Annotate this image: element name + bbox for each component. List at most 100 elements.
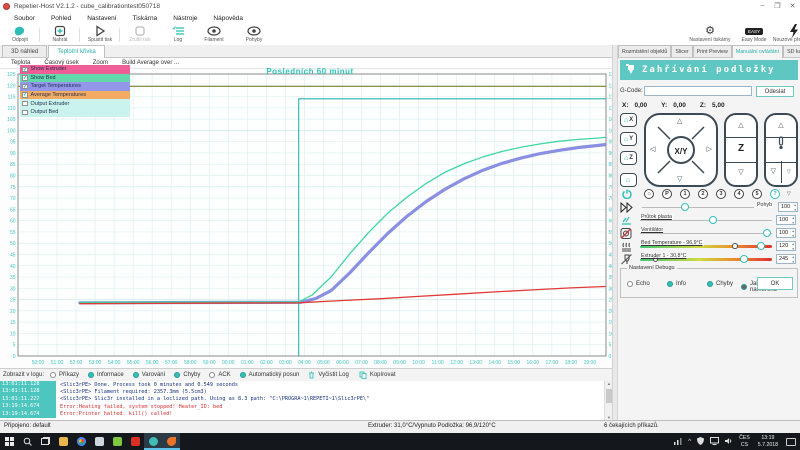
spinner-arrows-icon[interactable]: ▴▾ xyxy=(792,229,794,238)
legend-item[interactable]: ✓Show Extruder xyxy=(20,65,130,74)
network-icon[interactable] xyxy=(674,437,682,447)
legend-checkbox[interactable] xyxy=(22,101,28,107)
power-button[interactable] xyxy=(622,189,632,199)
home-z-button[interactable]: ⌂Z xyxy=(620,151,637,165)
legend-item[interactable]: ✓Average Temperatures xyxy=(20,91,130,100)
z-jog-pad[interactable]: △ Z ▽ xyxy=(724,113,758,187)
slider-handle[interactable] xyxy=(757,242,765,250)
slider-value[interactable]: 100▴▾ xyxy=(776,215,796,225)
spinner-arrows-icon[interactable]: ▴▾ xyxy=(792,216,794,225)
slider-value[interactable]: 120▴▾ xyxy=(776,241,796,251)
log-scrollbar[interactable]: ▲ ▼ xyxy=(604,381,612,420)
toolbar-filament-button[interactable]: Filament xyxy=(196,25,232,45)
tab-teplotní-křivka[interactable]: Teplotní křivka xyxy=(48,45,104,58)
toolbar-nahrát-button[interactable]: Nahrát xyxy=(42,25,78,45)
log-filter-informace[interactable]: Informace xyxy=(88,372,124,378)
debug-chyby[interactable]: Chyby xyxy=(707,281,733,287)
send-gcode-button[interactable]: Odeslat xyxy=(756,86,794,97)
preset-button-3[interactable]: 3 xyxy=(716,189,726,199)
legend-item[interactable]: Output Extruder xyxy=(20,99,130,108)
preset-button-2[interactable]: 2 xyxy=(698,189,708,199)
log-filter-příkazy[interactable]: Příkazy xyxy=(50,372,79,378)
gcode-input[interactable] xyxy=(644,86,752,96)
jog-y-minus-icon[interactable]: ▽ xyxy=(677,175,682,183)
maximize-button[interactable]: ❐ xyxy=(770,2,785,10)
copy-log-button[interactable]: Kopírovat xyxy=(359,371,396,379)
slider-handle[interactable] xyxy=(709,216,717,224)
jog-x-plus-icon[interactable]: ▷ xyxy=(707,145,712,153)
speed-value[interactable]: 100▴▾ xyxy=(778,202,798,212)
menu-pohled[interactable]: Pohled xyxy=(43,15,79,22)
debug-echo[interactable]: Echo xyxy=(627,281,650,287)
jog-x-minus-icon[interactable]: ◁ xyxy=(650,145,655,153)
clock[interactable]: 13:195.7.2018 xyxy=(758,435,778,448)
legend-item[interactable]: ✓Show Bed xyxy=(20,74,130,83)
debug-info[interactable]: Info xyxy=(667,281,686,287)
menu-tiskárna[interactable]: Tiskárna xyxy=(125,15,166,22)
slider-track[interactable] xyxy=(640,220,772,221)
z-down-icon[interactable]: ▽ xyxy=(726,162,756,184)
tray-expand-icon[interactable]: ^ xyxy=(688,438,691,445)
toolbar-spustit-tisk-button[interactable]: Spustit tisk xyxy=(82,25,118,45)
taskbar-item-chrome[interactable] xyxy=(72,433,90,450)
log-filter-varování[interactable]: Varování xyxy=(133,372,166,378)
log-filter-ack[interactable]: ACK xyxy=(209,372,230,378)
tab-slicer[interactable]: Slicer xyxy=(671,45,692,57)
menu-nastavení[interactable]: Nastavení xyxy=(79,15,124,22)
menu-soubor[interactable]: Soubor xyxy=(6,15,43,22)
language-indicator[interactable]: ČESCS xyxy=(739,435,750,448)
toolbar-log-button[interactable]: Log xyxy=(160,25,196,45)
spinner-arrows-icon[interactable]: ▴▾ xyxy=(792,255,794,264)
menu-nápověda[interactable]: Nápověda xyxy=(205,15,251,22)
taskbar-item-notepad[interactable] xyxy=(108,433,126,450)
preset-button-help[interactable]: ? xyxy=(770,189,780,199)
z-up-icon[interactable]: △ xyxy=(726,115,756,136)
retract-icon[interactable]: △ xyxy=(766,115,796,136)
minimize-button[interactable]: – xyxy=(755,2,770,10)
jog-y-plus-icon[interactable]: △ xyxy=(677,117,682,125)
home-x-button[interactable]: ⌂X xyxy=(620,113,637,127)
tab-rozmístění-objektů[interactable]: Rozmístění objektů xyxy=(618,45,671,57)
legend-checkbox[interactable]: ✓ xyxy=(22,75,28,81)
log-filter-chyby[interactable]: Chyby xyxy=(174,372,200,378)
extrude-fast-icon[interactable]: ▽▽ xyxy=(782,161,797,183)
taskbar-item-explorer[interactable] xyxy=(54,433,72,450)
slider-label[interactable]: Průtok plasta xyxy=(640,214,673,220)
speaker-icon[interactable] xyxy=(725,437,733,447)
preset-button-5[interactable]: 5 xyxy=(752,189,762,199)
legend-checkbox[interactable]: ✓ xyxy=(22,67,28,73)
preset-button-motor[interactable]: ⌂ xyxy=(644,189,654,199)
taskbar-item-pdf[interactable] xyxy=(126,433,144,450)
legend-item[interactable]: Output Bed xyxy=(20,108,130,117)
slider-handle[interactable] xyxy=(740,255,748,263)
debug-ok-button[interactable]: OK xyxy=(757,277,793,290)
task-view-button[interactable] xyxy=(36,433,54,450)
legend-checkbox[interactable]: ✓ xyxy=(22,92,28,98)
slider-label[interactable]: Bed Temperature - 96,9°C xyxy=(640,240,704,246)
taskbar-item-calculator[interactable] xyxy=(90,433,108,450)
slider-value[interactable]: 245▴▾ xyxy=(776,254,796,264)
clear-log-button[interactable]: Vyčistit Log xyxy=(308,371,348,379)
notification-center-icon[interactable] xyxy=(786,438,796,446)
toolbar-gear-button[interactable]: ⚙Nastavení tiskárny xyxy=(688,25,732,45)
display-icon[interactable] xyxy=(710,437,719,447)
xy-jog-pad[interactable]: △ ▽ ◁ ▷ X/Y xyxy=(644,113,718,187)
slider-track[interactable] xyxy=(640,233,772,234)
preset-button-4[interactable]: 4 xyxy=(734,189,744,199)
home-y-button[interactable]: ⌂Y xyxy=(620,132,637,146)
menu-nástroje[interactable]: Nástroje xyxy=(165,15,205,22)
speed-slider[interactable] xyxy=(642,207,754,208)
log-filter-automatický-posun[interactable]: Automatický posun xyxy=(240,372,300,378)
legend-checkbox[interactable] xyxy=(22,110,28,116)
start-button[interactable] xyxy=(0,433,18,450)
close-button[interactable]: ✕ xyxy=(785,2,800,10)
extrude-icon[interactable]: ▽ xyxy=(766,161,782,183)
legend-checkbox[interactable]: ✓ xyxy=(22,84,28,90)
tab-sd-karta[interactable]: SD karta xyxy=(783,45,800,57)
taskbar-item-repetier[interactable] xyxy=(144,433,162,450)
toolbar-pohyby-button[interactable]: Pohyby xyxy=(236,25,272,45)
tab-3d-náhled[interactable]: 3D náhled xyxy=(2,45,47,57)
toolbar-odpojit-button[interactable]: Odpojit xyxy=(2,25,38,45)
home-all-button[interactable]: ⌂ xyxy=(620,173,637,187)
taskbar-item-app[interactable] xyxy=(162,433,180,450)
